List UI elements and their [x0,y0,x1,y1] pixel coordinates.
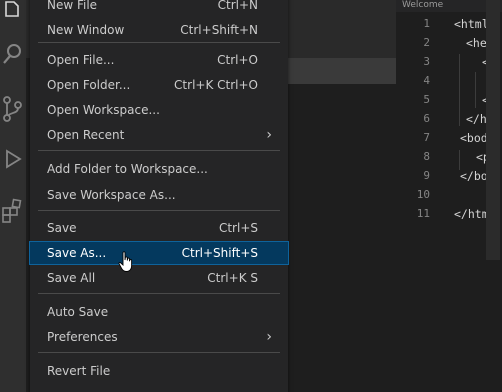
menu-separator [38,210,280,211]
menu-separator [38,150,280,151]
menu-item-label: Save Workspace As... [47,188,176,202]
menu-item-shortcut: Ctrl+N [217,0,258,12]
menu-item-new-file[interactable]: New File Ctrl+N [30,0,288,16]
line-number: 7 [423,131,430,144]
hand-pointer-icon [118,251,134,273]
explorer-icon[interactable] [0,0,26,34]
vscode-window: Welcome 1 <html> 2 <hea 3 <t 4 5 </ 6 </… [0,0,502,392]
run-debug-icon[interactable] [0,144,26,178]
line-number: 11 [416,207,430,220]
menu-item-label: Save As... [47,246,107,260]
menu-item-label: New Window [47,23,125,37]
menu-item-label: Save All [47,271,96,285]
line-number: 5 [423,93,430,106]
menu-item-shortcut: Ctrl+Shift+S [181,246,258,260]
line-number: 6 [423,112,430,125]
menu-item-new-window[interactable]: New Window Ctrl+Shift+N [30,19,288,41]
menu-item-open-recent[interactable]: Open Recent › [30,124,288,146]
line-number: 2 [423,36,430,49]
menu-item-shortcut: Ctrl+O [217,53,258,67]
menu-item-auto-save[interactable]: Auto Save [30,301,288,323]
activity-bar [0,0,26,392]
menu-item-open-folder[interactable]: Open Folder... Ctrl+K Ctrl+O [30,74,288,96]
menu-item-label: Open Recent [47,128,125,142]
line-number: 3 [423,55,430,68]
background-tab-strip [286,58,396,84]
line-number: 4 [423,74,430,87]
line-number: 10 [416,188,430,201]
menu-item-add-folder-to-workspace[interactable]: Add Folder to Workspace... [30,158,288,180]
menu-item-label: New File [47,0,98,12]
indent-guide [459,150,460,170]
source-control-icon[interactable] [0,92,26,126]
chevron-right-icon: › [266,127,272,143]
menu-item-open-file[interactable]: Open File... Ctrl+O [30,49,288,71]
menu-item-open-workspace[interactable]: Open Workspace... [30,99,288,121]
menu-item-save-as[interactable]: Save As... Ctrl+Shift+S [29,241,289,265]
menu-item-save[interactable]: Save Ctrl+S [30,217,288,239]
menu-item-label: Preferences [47,330,118,344]
line-number: 8 [423,150,430,163]
menu-item-label: Add Folder to Workspace... [47,162,208,176]
menu-separator [38,352,280,353]
menu-item-save-workspace-as[interactable]: Save Workspace As... [30,184,288,206]
menu-item-label: Open Workspace... [47,103,160,117]
menu-item-label: Revert File [47,364,111,378]
editor-scrollbar[interactable] [486,0,500,260]
menu-item-label: Open File... [47,53,115,67]
menu-item-label: Open Folder... [47,78,131,92]
menu-item-preferences[interactable]: Preferences › [30,326,288,348]
menu-item-label: Auto Save [47,305,109,319]
indent-guide [475,72,476,108]
extensions-icon[interactable] [0,194,26,228]
menu-item-save-all[interactable]: Save All Ctrl+K S [30,267,288,289]
menu-item-shortcut: Ctrl+K Ctrl+O [174,78,258,92]
menu-separator [38,293,280,294]
menu-separator [38,42,280,43]
menu-item-shortcut: Ctrl+Shift+N [180,23,258,37]
line-number: 1 [423,17,430,30]
indent-guide [459,54,460,126]
menu-item-revert-file[interactable]: Revert File [30,360,288,382]
menu-item-shortcut: Ctrl+K S [207,271,258,285]
chevron-right-icon: › [266,329,272,345]
search-icon[interactable] [0,40,26,74]
file-menu: New File Ctrl+N New Window Ctrl+Shift+N … [29,0,289,392]
line-number: 9 [423,169,430,182]
menu-item-label: Save [47,221,77,235]
menu-item-shortcut: Ctrl+S [218,221,258,235]
